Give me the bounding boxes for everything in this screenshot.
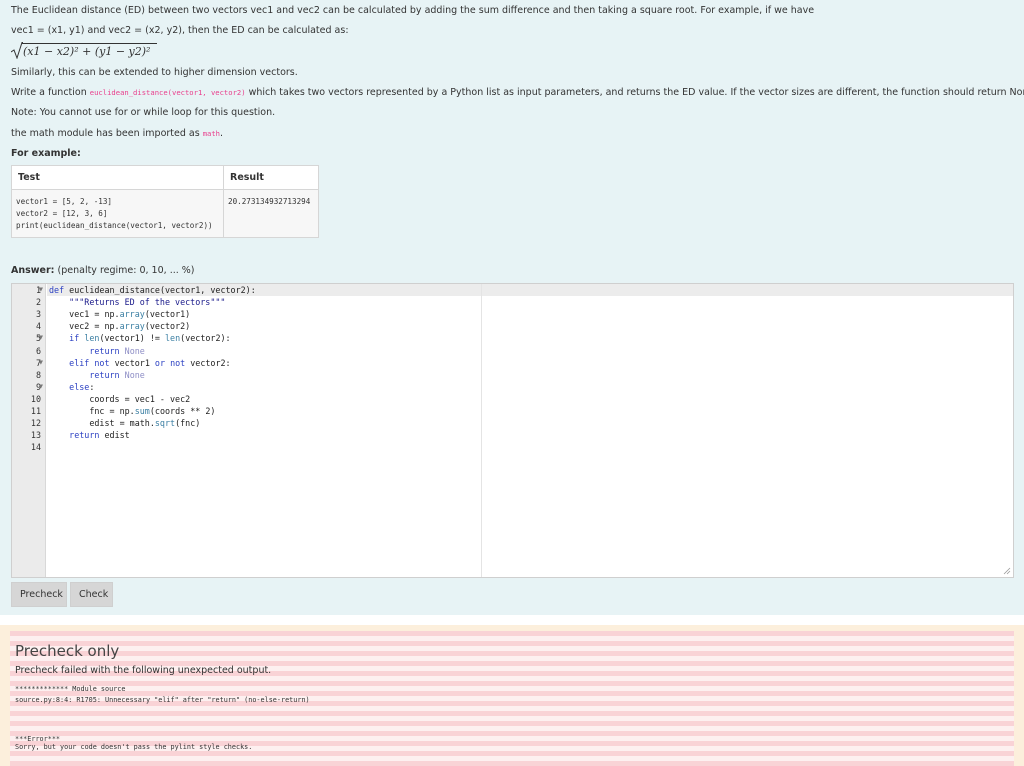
code-line[interactable]: vec1 = np.array(vector1) <box>49 309 190 319</box>
math-module-name: math <box>202 129 221 138</box>
code-line[interactable]: edist = math.sqrt(fnc) <box>49 418 200 428</box>
code-editor[interactable]: 1 ▼ 2 3 4 5 ▼ 6 7 ▼ 8 9 ▼ 10 11 12 13 14 def euclidea… <box>11 283 1014 578</box>
answer-heading: Answer: <box>11 265 55 276</box>
code-line[interactable]: """Returns ED of the vectors""" <box>49 297 225 307</box>
code-line[interactable]: coords = vec1 - vec2 <box>49 394 190 404</box>
line-number-gutter: 1 ▼ 2 3 4 5 ▼ 6 7 ▼ 8 9 ▼ 10 11 12 13 14 <box>12 284 46 577</box>
write-suffix: which takes two vectors represented by a… <box>245 87 1024 98</box>
square-root-icon <box>11 42 23 59</box>
line-number: 14 <box>30 442 41 453</box>
code-line[interactable]: vec2 = np.array(vector2) <box>49 321 190 331</box>
result-cell: 20.273134932713294 <box>223 189 319 238</box>
note-text: Note: You cannot use for or while loop f… <box>11 107 276 118</box>
function-signature: euclidean_distance(vector1, vector2) <box>89 88 246 97</box>
line-number: 3 <box>35 309 41 320</box>
test-line: vector2 = [12, 3, 6] <box>16 209 108 218</box>
line-number: 5 <box>35 333 41 344</box>
for-example-heading: For example: <box>11 148 81 159</box>
fold-arrow-icon[interactable]: ▼ <box>39 335 43 341</box>
precheck-feedback-panel: Precheck only Precheck failed with the f… <box>0 625 1024 766</box>
error-header: ***Error*** <box>15 735 61 743</box>
error-message: Sorry, but your code doesn't pass the py… <box>15 743 253 751</box>
feedback-output-line: ************* Module source <box>15 685 126 693</box>
fold-arrow-icon[interactable]: ▼ <box>39 360 43 366</box>
fold-arrow-icon[interactable]: ▼ <box>39 384 43 390</box>
line-number: 9 <box>35 381 41 392</box>
code-line[interactable]: elif not vector1 or not vector2: <box>49 358 230 368</box>
line-number: 11 <box>30 406 41 416</box>
code-line[interactable]: return edist <box>49 430 130 440</box>
similarly-text: Similarly, this can be extended to highe… <box>11 67 298 78</box>
math-prefix: the math module has been imported as <box>11 128 203 139</box>
line-number: 2 <box>35 297 41 308</box>
table-header-result: Result <box>223 165 319 190</box>
write-function-text: Write a function euclidean_distance(vect… <box>11 87 1024 98</box>
line-number: 8 <box>35 369 41 380</box>
code-line[interactable]: fnc = np.sum(coords ** 2) <box>49 406 215 416</box>
code-line[interactable]: def euclidean_distance(vector1, vector2)… <box>49 285 256 295</box>
answer-label: Answer: (penalty regime: 0, 10, ... %) <box>11 265 195 276</box>
write-prefix: Write a function <box>11 87 90 98</box>
line-number: 10 <box>30 393 41 404</box>
code-line[interactable]: if len(vector1) != len(vector2): <box>49 333 230 343</box>
line-number: 7 <box>35 357 41 368</box>
line-number: 1 <box>35 285 41 295</box>
code-line[interactable]: return None <box>49 370 144 380</box>
question-intro-line1: The Euclidean distance (ED) between two … <box>11 5 815 16</box>
print-margin <box>481 284 482 577</box>
example-table: Test Result vector1 = [5, 2, -13] vector… <box>11 165 319 238</box>
line-number: 12 <box>30 418 41 429</box>
penalty-regime: (penalty regime: 0, 10, ... %) <box>57 265 195 276</box>
math-module-text: the math module has been imported as mat… <box>11 128 223 139</box>
line-number: 6 <box>35 345 41 356</box>
math-suffix: . <box>220 128 224 139</box>
precheck-button[interactable]: Precheck <box>11 582 67 607</box>
line-number: 13 <box>30 430 41 441</box>
code-line[interactable]: else: <box>49 382 94 392</box>
formula-expression: (x1 − x2)² + (y1 − y2)² <box>23 45 151 58</box>
line-number: 4 <box>35 321 41 332</box>
feedback-output-line: source.py:8:4: R1705: Unnecessary "elif"… <box>15 696 310 704</box>
resize-handle-icon[interactable] <box>1003 567 1011 575</box>
feedback-title: Precheck only <box>15 642 120 660</box>
check-button[interactable]: Check <box>70 582 113 607</box>
code-line[interactable]: return None <box>49 346 144 356</box>
question-panel: The Euclidean distance (ED) between two … <box>0 0 1024 615</box>
question-intro-line2: vec1 = (x1, y1) and vec2 = (x2, y2), the… <box>11 25 349 36</box>
feedback-message: Precheck failed with the following unexp… <box>15 665 272 676</box>
test-line: vector1 = [5, 2, -13] <box>16 197 113 206</box>
fold-arrow-icon[interactable]: ▼ <box>39 287 43 293</box>
test-line: print(euclidean_distance(vector1, vector… <box>16 221 213 230</box>
table-row: vector1 = [5, 2, -13] vector2 = [12, 3, … <box>11 189 319 238</box>
test-code-cell: vector1 = [5, 2, -13] vector2 = [12, 3, … <box>11 189 224 238</box>
table-header-test: Test <box>11 165 224 190</box>
